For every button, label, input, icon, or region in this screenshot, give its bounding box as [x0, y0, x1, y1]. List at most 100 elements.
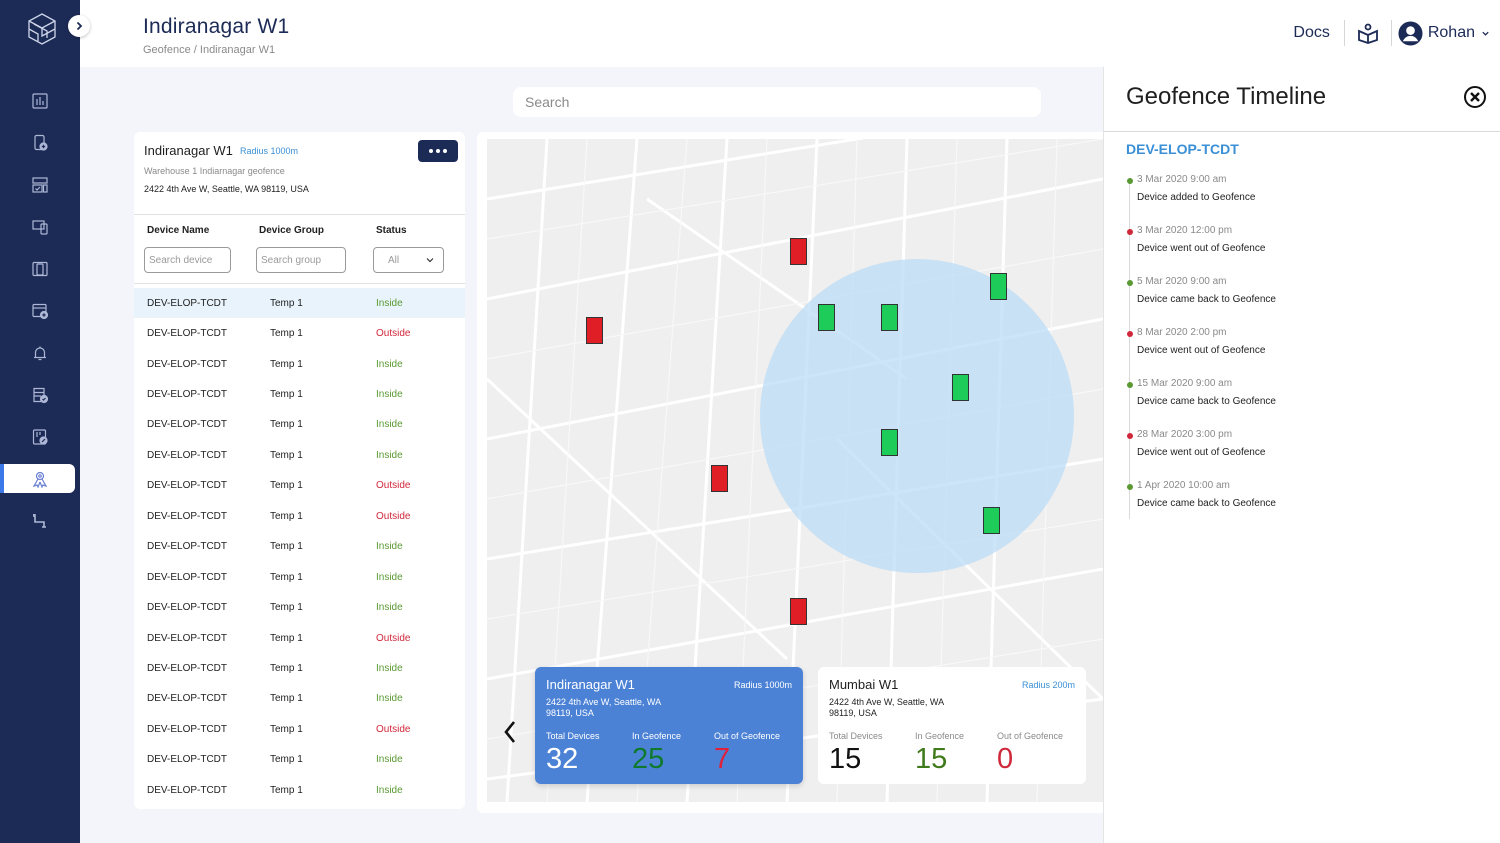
table-row[interactable]: DEV-ELOP-TCDT Temp 1 Inside [134, 684, 465, 714]
device-search-input[interactable] [144, 247, 231, 273]
device-marker-outside[interactable] [586, 317, 603, 344]
summary-name: Mumbai W1 [829, 677, 899, 692]
timeline-event: 8 Mar 2020 2:00 pm Device went out of Geo… [1104, 325, 1500, 376]
more-options-button[interactable] [418, 140, 458, 162]
sidebar-item-geofence[interactable] [0, 464, 75, 493]
status-cell: Outside [376, 328, 411, 340]
timeline-event: 28 Mar 2020 3:00 pm Device went out of Ge… [1104, 427, 1500, 478]
out-geofence-label: Out of Geofence [997, 731, 1064, 741]
table-row[interactable]: DEV-ELOP-TCDT Temp 1 Outside [134, 623, 465, 653]
sidebar-item-device-group[interactable] [0, 248, 80, 290]
timeline-event-text: Device came back to Geofence [1137, 294, 1276, 305]
geofence-icon [32, 471, 47, 488]
table-row[interactable]: DEV-ELOP-TCDT Temp 1 Inside [134, 349, 465, 379]
table-row[interactable]: DEV-ELOP-TCDT Temp 1 Inside [134, 440, 465, 470]
device-group-cell: Temp 1 [270, 754, 303, 766]
geofence-summary-card[interactable]: Mumbai W1 Radius 200m 2422 4th Ave W, Se… [818, 667, 1086, 784]
group-search-input[interactable] [256, 247, 346, 273]
sidebar-item-verified-list[interactable] [0, 374, 80, 416]
device-group-cell: Temp 1 [270, 784, 303, 796]
column-header-device-group[interactable]: Device Group [259, 225, 324, 236]
timeline-event-text: Device went out of Geofence [1137, 345, 1266, 356]
expand-sidebar-button[interactable] [68, 15, 90, 37]
previous-geofence-button[interactable] [500, 718, 520, 746]
device-marker-outside[interactable] [790, 238, 807, 265]
timeline-dot [1127, 433, 1133, 439]
device-marker-inside[interactable] [952, 374, 969, 401]
timeline-events: 3 Mar 2020 9:00 am Device added to Geofen… [1104, 172, 1500, 529]
search-input[interactable] [513, 87, 1041, 117]
sidebar-item-alerts[interactable] [0, 332, 80, 374]
guide-button[interactable] [1345, 22, 1391, 44]
timeline-dot [1127, 178, 1133, 184]
status-filter-select[interactable]: All [373, 247, 444, 273]
device-name-cell: DEV-ELOP-TCDT [147, 297, 228, 309]
table-row[interactable]: DEV-ELOP-TCDT Temp 1 Inside [134, 562, 465, 592]
geofence-summary-card[interactable]: Indiranagar W1 Radius 1000m 2422 4th Ave… [535, 667, 803, 784]
table-row[interactable]: DEV-ELOP-TCDT Temp 1 Inside [134, 410, 465, 440]
table-row[interactable]: DEV-ELOP-TCDT Temp 1 Outside [134, 471, 465, 501]
breadcrumb-geofence[interactable]: Geofence / [143, 44, 197, 56]
device-marker-inside[interactable] [881, 304, 898, 331]
device-group-cell: Temp 1 [270, 541, 303, 553]
divider [134, 214, 465, 215]
device-name-cell: DEV-ELOP-TCDT [147, 419, 228, 431]
device-marker-outside[interactable] [711, 465, 728, 492]
status-cell: Inside [376, 784, 403, 796]
device-marker-inside[interactable] [983, 507, 1000, 534]
timeline-event: 3 Mar 2020 9:00 am Device added to Geofen… [1104, 172, 1500, 223]
table-row[interactable]: DEV-ELOP-TCDT Temp 1 Outside [134, 714, 465, 744]
timeline-event: 5 Mar 2020 9:00 am Device came back to Ge… [1104, 274, 1500, 325]
table-row[interactable]: DEV-ELOP-TCDT Temp 1 Outside [134, 318, 465, 348]
status-cell: Inside [376, 693, 403, 705]
add-window-icon [32, 303, 49, 320]
device-marker-inside[interactable] [818, 304, 835, 331]
table-row[interactable]: DEV-ELOP-TCDT Temp 1 Inside [134, 592, 465, 622]
user-name: Rohan [1427, 24, 1475, 41]
sidebar-item-add-window[interactable] [0, 290, 80, 332]
sidebar-item-pipeline[interactable] [0, 500, 80, 542]
reading-guide-icon [1357, 23, 1378, 44]
sidebar-item-device-report[interactable] [0, 416, 80, 458]
table-row[interactable]: DEV-ELOP-TCDT Temp 1 Inside [134, 775, 465, 805]
table-row[interactable]: DEV-ELOP-TCDT Temp 1 Inside [134, 288, 465, 319]
divider [134, 283, 465, 284]
device-name-cell: DEV-ELOP-TCDT [147, 784, 228, 796]
column-header-device-name[interactable]: Device Name [147, 225, 209, 236]
device-group-cell: Temp 1 [270, 602, 303, 614]
timeline-device-id[interactable]: DEV-ELOP-TCDT [1126, 141, 1239, 157]
device-name-cell: DEV-ELOP-TCDT [147, 449, 228, 461]
device-name-cell: DEV-ELOP-TCDT [147, 389, 228, 401]
timeline-event-time: 5 Mar 2020 9:00 am [1137, 276, 1227, 287]
table-row[interactable]: DEV-ELOP-TCDT Temp 1 Inside [134, 379, 465, 409]
sidebar-item-add-device[interactable] [0, 122, 80, 164]
table-row[interactable]: DEV-ELOP-TCDT Temp 1 Inside [134, 653, 465, 683]
close-timeline-button[interactable] [1463, 85, 1487, 109]
summary-name: Indiranagar W1 [546, 677, 635, 692]
total-devices-label: Total Devices [829, 731, 883, 741]
sidebar-item-analytics[interactable] [0, 80, 80, 122]
dashboard-layout-icon [32, 177, 48, 193]
table-row[interactable]: DEV-ELOP-TCDT Temp 1 Inside [134, 745, 465, 775]
geofence-device-card: Indiranagar W1 Radius 1000m Warehouse 1 … [134, 132, 465, 809]
device-marker-outside[interactable] [790, 598, 807, 625]
device-name-cell: DEV-ELOP-TCDT [147, 541, 228, 553]
geofence-address: 2422 4th Ave W, Seattle, WA 98119, USA [144, 184, 309, 194]
user-menu[interactable]: Rohan [1392, 20, 1490, 46]
device-marker-inside[interactable] [990, 273, 1007, 300]
timeline-event-text: Device added to Geofence [1137, 192, 1256, 203]
table-row[interactable]: DEV-ELOP-TCDT Temp 1 Outside [134, 501, 465, 531]
app-logo-icon[interactable] [26, 12, 58, 46]
table-row[interactable]: DEV-ELOP-TCDT Temp 1 Inside [134, 532, 465, 562]
device-group-cell: Temp 1 [270, 510, 303, 522]
dot [436, 149, 440, 153]
timeline-event-time: 3 Mar 2020 12:00 pm [1137, 225, 1233, 236]
chevron-down-icon [426, 258, 434, 263]
sidebar-item-devices[interactable] [0, 206, 80, 248]
docs-link[interactable]: Docs [1279, 24, 1343, 42]
device-marker-inside[interactable] [881, 429, 898, 456]
device-group-cell: Temp 1 [270, 328, 303, 340]
sidebar-item-dashboard[interactable] [0, 164, 80, 206]
column-header-status[interactable]: Status [376, 225, 407, 236]
in-geofence-value: 25 [632, 743, 665, 775]
